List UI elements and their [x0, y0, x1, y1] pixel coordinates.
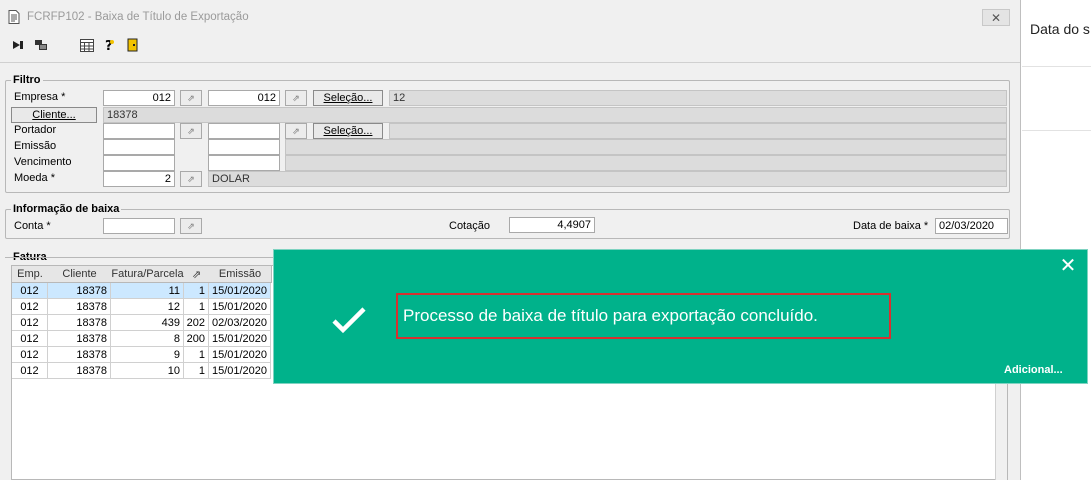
empresa-to-zoom-button[interactable]: ⇗ [285, 90, 307, 106]
cell-emp[interactable]: 012 [12, 347, 48, 363]
process-icon[interactable] [33, 37, 49, 53]
emissao-label: Emissão [14, 140, 57, 152]
checkmark-icon [329, 300, 369, 340]
cell-emp[interactable]: 012 [12, 299, 48, 315]
filtro-group-label: Filtro [11, 74, 43, 86]
window-title: FCRFP102 - Baixa de Título de Exportação [27, 11, 249, 23]
cell-fatura[interactable]: 11 [111, 283, 184, 299]
cell-cliente[interactable]: 18378 [48, 331, 111, 347]
emissao-to-input[interactable] [208, 139, 280, 155]
empresa-from-zoom-button[interactable]: ⇗ [180, 90, 202, 106]
vencimento-to-input[interactable] [208, 155, 280, 171]
exit-door-icon[interactable] [126, 37, 140, 53]
cell-cliente[interactable]: 18378 [48, 299, 111, 315]
cell-parcela[interactable]: 1 [184, 363, 209, 379]
cell-fatura[interactable]: 8 [111, 331, 184, 347]
table-row[interactable]: 012 18378 9 1 15/01/2020 [12, 347, 271, 363]
toast-message: Processo de baixa de título para exporta… [396, 293, 891, 339]
moeda-input[interactable]: 2 [103, 171, 175, 187]
portador-label: Portador [14, 124, 57, 136]
empresa-selecao-button[interactable]: Seleção... [313, 90, 383, 106]
cell-parcela[interactable]: 1 [184, 283, 209, 299]
cotacao-input[interactable]: 4,4907 [509, 217, 595, 233]
table-row[interactable]: 012 18378 8 200 15/01/2020 [12, 331, 271, 347]
table-vertical-scrollbar[interactable] [995, 382, 1007, 480]
emissao-description [285, 139, 1007, 155]
cell-fatura[interactable]: 10 [111, 363, 184, 379]
moeda-description: DOLAR [208, 171, 1007, 187]
emissao-from-input[interactable] [103, 139, 175, 155]
cotacao-label: Cotação [449, 220, 490, 232]
empresa-description: 12 [389, 90, 1007, 106]
right-panel-divider [1022, 130, 1091, 131]
column-header-fatura-parcela[interactable]: Fatura/Parcela [111, 266, 185, 283]
portador-to-zoom-button[interactable]: ⇗ [285, 123, 307, 139]
data-baixa-label: Data de baixa * [853, 220, 929, 232]
vencimento-label: Vencimento [14, 156, 72, 168]
window-close-button[interactable]: ✕ [982, 9, 1010, 26]
conta-input[interactable] [103, 218, 175, 234]
column-header-emissao[interactable]: Emissão [209, 266, 272, 283]
cell-parcela[interactable]: 1 [184, 299, 209, 315]
confirm-arrow-icon[interactable] [11, 37, 25, 53]
portador-from-input[interactable] [103, 123, 175, 139]
document-icon [8, 10, 20, 24]
right-panel-divider [1022, 66, 1091, 67]
moeda-zoom-button[interactable]: ⇗ [180, 171, 202, 187]
conta-zoom-button[interactable]: ⇗ [180, 218, 202, 234]
calculator-icon[interactable] [79, 37, 95, 53]
portador-to-input[interactable] [208, 123, 280, 139]
portador-from-zoom-button[interactable]: ⇗ [180, 123, 202, 139]
cell-cliente[interactable]: 18378 [48, 347, 111, 363]
baixa-group-label: Informação de baixa [11, 203, 122, 215]
cell-cliente[interactable]: 18378 [48, 315, 111, 331]
cell-emp[interactable]: 012 [12, 315, 48, 331]
column-header-cliente[interactable]: Cliente [48, 266, 112, 283]
table-row[interactable]: 012 18378 10 1 15/01/2020 [12, 363, 271, 379]
cell-cliente[interactable]: 18378 [48, 283, 111, 299]
column-header-emp[interactable]: Emp. [12, 266, 49, 283]
table-row[interactable]: 012 18378 12 1 15/01/2020 [12, 299, 271, 315]
cliente-button[interactable]: Cliente... [11, 107, 97, 123]
conta-label: Conta * [14, 220, 51, 232]
cell-emp[interactable]: 012 [12, 363, 48, 379]
moeda-label: Moeda * [14, 172, 55, 184]
cell-parcela[interactable]: 200 [184, 331, 209, 347]
empresa-to-input[interactable]: 012 [208, 90, 280, 106]
help-icon[interactable]: ? [103, 37, 117, 53]
table-row[interactable]: 012 18378 439 202 02/03/2020 [12, 315, 271, 331]
toast-additional-link[interactable]: Adicional... [1004, 364, 1063, 376]
cell-emissao[interactable]: 15/01/2020 [209, 363, 271, 379]
cell-emp[interactable]: 012 [12, 331, 48, 347]
empresa-label: Empresa * [14, 91, 66, 103]
cell-fatura[interactable]: 12 [111, 299, 184, 315]
toolbar-divider [0, 62, 1020, 63]
right-panel-title: Data do s [1030, 21, 1090, 37]
cell-cliente[interactable]: 18378 [48, 363, 111, 379]
cell-emissao[interactable]: 15/01/2020 [209, 299, 271, 315]
data-baixa-input[interactable]: 02/03/2020 [935, 218, 1008, 234]
portador-selecao-button[interactable]: Seleção... [313, 123, 383, 139]
cell-fatura[interactable]: 9 [111, 347, 184, 363]
cell-emissao[interactable]: 15/01/2020 [209, 347, 271, 363]
empresa-from-input[interactable]: 012 [103, 90, 175, 106]
cell-emissao[interactable]: 02/03/2020 [209, 315, 271, 331]
cell-emissao[interactable]: 15/01/2020 [209, 283, 271, 299]
cell-emissao[interactable]: 15/01/2020 [209, 331, 271, 347]
cell-emp[interactable]: 012 [12, 283, 48, 299]
cliente-value: 18378 [103, 107, 1007, 123]
table-row[interactable]: 012 18378 11 1 15/01/2020 [12, 283, 271, 299]
vencimento-from-input[interactable] [103, 155, 175, 171]
cell-fatura[interactable]: 439 [111, 315, 184, 331]
vencimento-description [285, 155, 1007, 171]
cell-parcela[interactable]: 202 [184, 315, 209, 331]
toast-close-button[interactable]: ✕ [1058, 255, 1078, 277]
cell-parcela[interactable]: 1 [184, 347, 209, 363]
portador-description [389, 123, 1007, 139]
column-header-parcela-icon[interactable]: ⇗ [184, 266, 210, 283]
